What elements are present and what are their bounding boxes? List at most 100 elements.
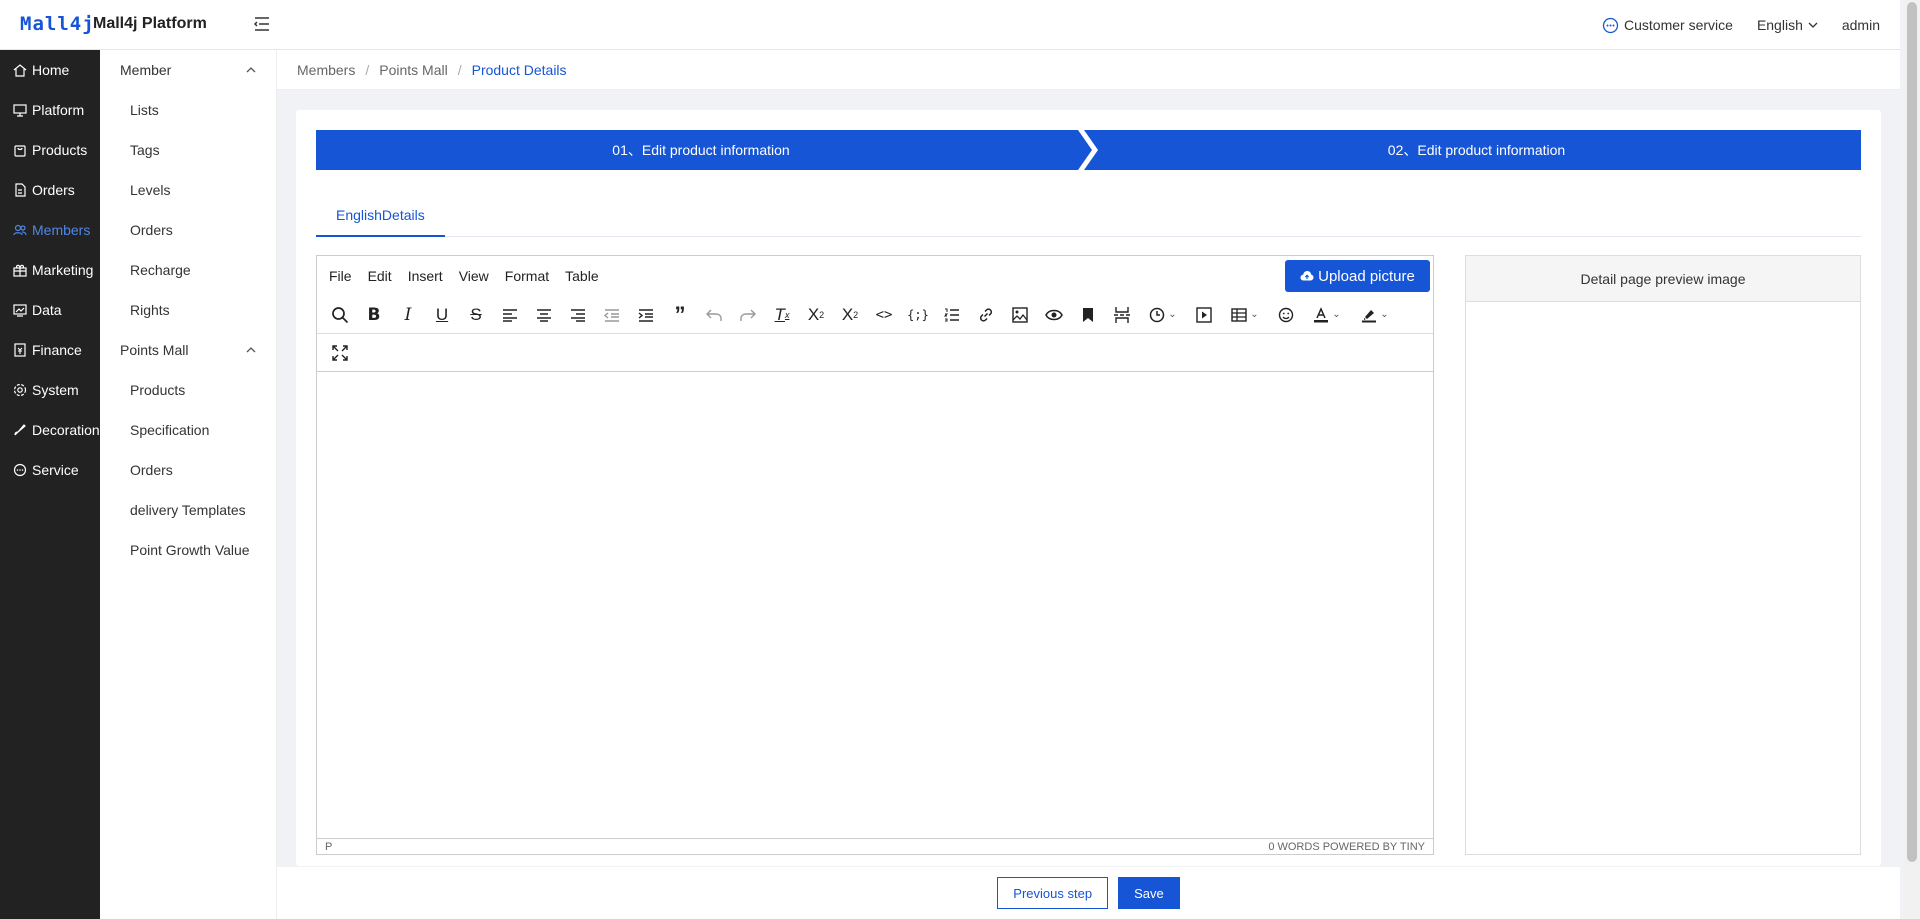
sidebar-item-platform[interactable]: Platform	[0, 90, 100, 130]
sidebar-item-marketing[interactable]: Marketing	[0, 250, 100, 290]
insert-datetime-dropdown[interactable]: ⌄	[1141, 300, 1185, 330]
menu-edit[interactable]: Edit	[360, 268, 400, 284]
cloud-upload-icon	[1300, 271, 1314, 281]
outdent-icon[interactable]	[597, 300, 627, 330]
top-header: Mall4j Mall4j Platform Customer service …	[0, 0, 1900, 50]
chat-icon	[12, 462, 28, 478]
element-path[interactable]: P	[325, 841, 332, 853]
save-button[interactable]: Save	[1118, 877, 1180, 909]
align-right-icon[interactable]	[563, 300, 593, 330]
sidebar-item-label: Marketing	[32, 262, 94, 278]
submenu-item-tags[interactable]: Tags	[100, 130, 276, 170]
sidebar-item-label: Data	[32, 302, 62, 318]
editor-content-area[interactable]	[317, 372, 1433, 838]
strikethrough-icon[interactable]: S	[461, 300, 491, 330]
upload-picture-button[interactable]: Upload picture	[1285, 260, 1430, 292]
user-menu[interactable]: admin	[1842, 17, 1880, 33]
code-sample-icon[interactable]: {;}	[903, 300, 933, 330]
scrollbar-thumb[interactable]	[1907, 2, 1917, 862]
emoticons-icon[interactable]	[1271, 300, 1301, 330]
italic-icon[interactable]: I	[393, 300, 423, 330]
tab-english-details[interactable]: EnglishDetails	[316, 200, 445, 237]
header-actions: Customer service English admin	[1602, 0, 1880, 50]
undo-icon[interactable]	[699, 300, 729, 330]
customer-service-link[interactable]: Customer service	[1602, 17, 1733, 34]
menu-view[interactable]: View	[451, 268, 497, 284]
numbered-list-icon[interactable]	[937, 300, 967, 330]
media-icon[interactable]	[1189, 300, 1219, 330]
breadcrumb-item[interactable]: Points Mall	[379, 62, 447, 78]
sidebar-item-products[interactable]: Products	[0, 130, 100, 170]
superscript-icon[interactable]: X2	[835, 300, 865, 330]
submenu-item-lists[interactable]: Lists	[100, 90, 276, 130]
chevron-up-icon	[246, 67, 256, 73]
menu-collapse-icon[interactable]	[252, 14, 272, 34]
editor-menubar: File Edit Insert View Format Table Uploa…	[317, 256, 1433, 296]
submenu-item-point-growth-value[interactable]: Point Growth Value	[100, 530, 276, 570]
submenu-item-rights[interactable]: Rights	[100, 290, 276, 330]
editor-statusbar: P 0 WORDS POWERED BY TINY	[317, 838, 1433, 854]
sidebar-item-decoration[interactable]: Decoration	[0, 410, 100, 450]
breadcrumb-current: Product Details	[471, 61, 567, 78]
text-color-icon	[1314, 306, 1329, 322]
search-icon[interactable]	[325, 300, 355, 330]
text-color-dropdown[interactable]: ⌄	[1305, 300, 1349, 330]
clock-icon	[1150, 307, 1165, 322]
sidebar-item-orders[interactable]: Orders	[0, 170, 100, 210]
submenu-item-specification[interactable]: Specification	[100, 410, 276, 450]
language-dropdown[interactable]: English	[1757, 17, 1818, 33]
submenu-item-delivery-templates[interactable]: delivery Templates	[100, 490, 276, 530]
submenu-item-orders[interactable]: Orders	[100, 210, 276, 250]
gift-icon	[12, 262, 28, 278]
bookmark-icon[interactable]	[1073, 300, 1103, 330]
bold-icon[interactable]: B	[359, 300, 389, 330]
submenu-item-levels[interactable]: Levels	[100, 170, 276, 210]
preview-icon[interactable]	[1039, 300, 1069, 330]
menu-insert[interactable]: Insert	[400, 268, 451, 284]
detail-preview-panel: Detail page preview image	[1465, 255, 1861, 855]
menu-table[interactable]: Table	[557, 268, 606, 284]
underline-icon[interactable]: U	[427, 300, 457, 330]
page-break-icon[interactable]	[1107, 300, 1137, 330]
sidebar-item-members[interactable]: Members	[0, 210, 100, 250]
table-icon	[1231, 307, 1247, 322]
submenu-item-points-orders[interactable]: Orders	[100, 450, 276, 490]
blockquote-icon[interactable]: ”	[665, 300, 695, 330]
subscript-icon[interactable]: X2	[801, 300, 831, 330]
align-center-icon[interactable]	[529, 300, 559, 330]
step-2: 02、Edit product information	[1387, 142, 1566, 158]
sidebar-item-finance[interactable]: Finance	[0, 330, 100, 370]
customer-service-label: Customer service	[1624, 17, 1733, 33]
chevron-down-icon: ⌄	[1380, 309, 1389, 320]
code-icon[interactable]: <>	[869, 300, 899, 330]
highlight-color-dropdown[interactable]: ⌄	[1353, 300, 1397, 330]
submenu-item-products[interactable]: Products	[100, 370, 276, 410]
table-dropdown[interactable]: ⌄	[1223, 300, 1267, 330]
clear-formatting-icon[interactable]: Tx	[767, 300, 797, 330]
fullscreen-icon[interactable]	[325, 338, 355, 368]
indent-icon[interactable]	[631, 300, 661, 330]
image-icon[interactable]	[1005, 300, 1035, 330]
language-tabs: EnglishDetails	[316, 200, 1861, 237]
sidebar-item-label: Orders	[32, 182, 75, 198]
submenu-group-member[interactable]: Member	[100, 50, 276, 90]
menu-format[interactable]: Format	[497, 268, 557, 284]
redo-icon[interactable]	[733, 300, 763, 330]
sidebar-item-data[interactable]: Data	[0, 290, 100, 330]
primary-sidebar: Home Platform Products Orders Members Ma…	[0, 50, 100, 919]
sidebar-item-system[interactable]: System	[0, 370, 100, 410]
sidebar-item-home[interactable]: Home	[0, 50, 100, 90]
submenu-item-recharge[interactable]: Recharge	[100, 250, 276, 290]
language-label: English	[1756, 17, 1803, 33]
menu-file[interactable]: File	[321, 268, 360, 284]
brush-icon	[12, 422, 28, 438]
page-scrollbar[interactable]	[1904, 0, 1920, 919]
submenu-group-points-mall[interactable]: Points Mall	[100, 330, 276, 370]
link-icon[interactable]	[971, 300, 1001, 330]
sidebar-item-service[interactable]: Service	[0, 450, 100, 490]
brand-logo[interactable]: Mall4j	[20, 13, 95, 35]
breadcrumb-item[interactable]: Members	[297, 62, 355, 78]
previous-step-button[interactable]: Previous step	[997, 877, 1109, 909]
submenu-group-label: Member	[120, 62, 172, 78]
align-left-icon[interactable]	[495, 300, 525, 330]
